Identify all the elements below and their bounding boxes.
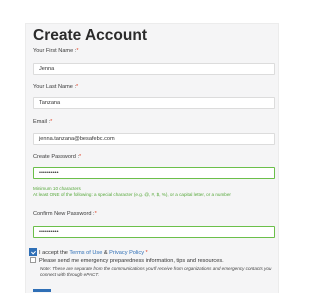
create-password-label: Create Password :* [33,154,82,160]
page-title: Create Account [33,27,147,44]
first-name-label: Your First Name :* [33,48,79,54]
emergency-note: Note: These are separate from the commun… [40,266,272,277]
confirm-password-input[interactable]: •••••••••• [33,226,275,238]
terms-checkbox[interactable] [29,248,37,256]
email-input[interactable]: jenna.tanzana@besafebc.com [33,133,275,145]
emergency-optin-label: Please send me emergency preparedness in… [39,258,224,264]
terms-of-use-link[interactable]: Terms of Use [69,250,102,256]
confirm-password-label: Confirm New Password :* [33,211,97,217]
password-hint-special: At least ONE of the following: a special… [33,192,231,197]
email-label: Email :* [33,119,53,125]
last-name-input[interactable]: Tanzana [33,97,275,109]
emergency-optin-checkbox[interactable] [30,257,36,263]
submit-button-edge[interactable] [33,289,51,292]
emergency-optin-row: Please send me emergency preparedness in… [30,257,224,264]
privacy-policy-link[interactable]: Privacy Policy [109,250,144,256]
terms-row: I accept the Terms of Use & Privacy Poli… [29,248,148,256]
last-name-label: Your Last Name :* [33,84,79,90]
create-password-input[interactable]: •••••••••• [33,167,275,179]
first-name-input[interactable]: Jenna [33,63,275,75]
